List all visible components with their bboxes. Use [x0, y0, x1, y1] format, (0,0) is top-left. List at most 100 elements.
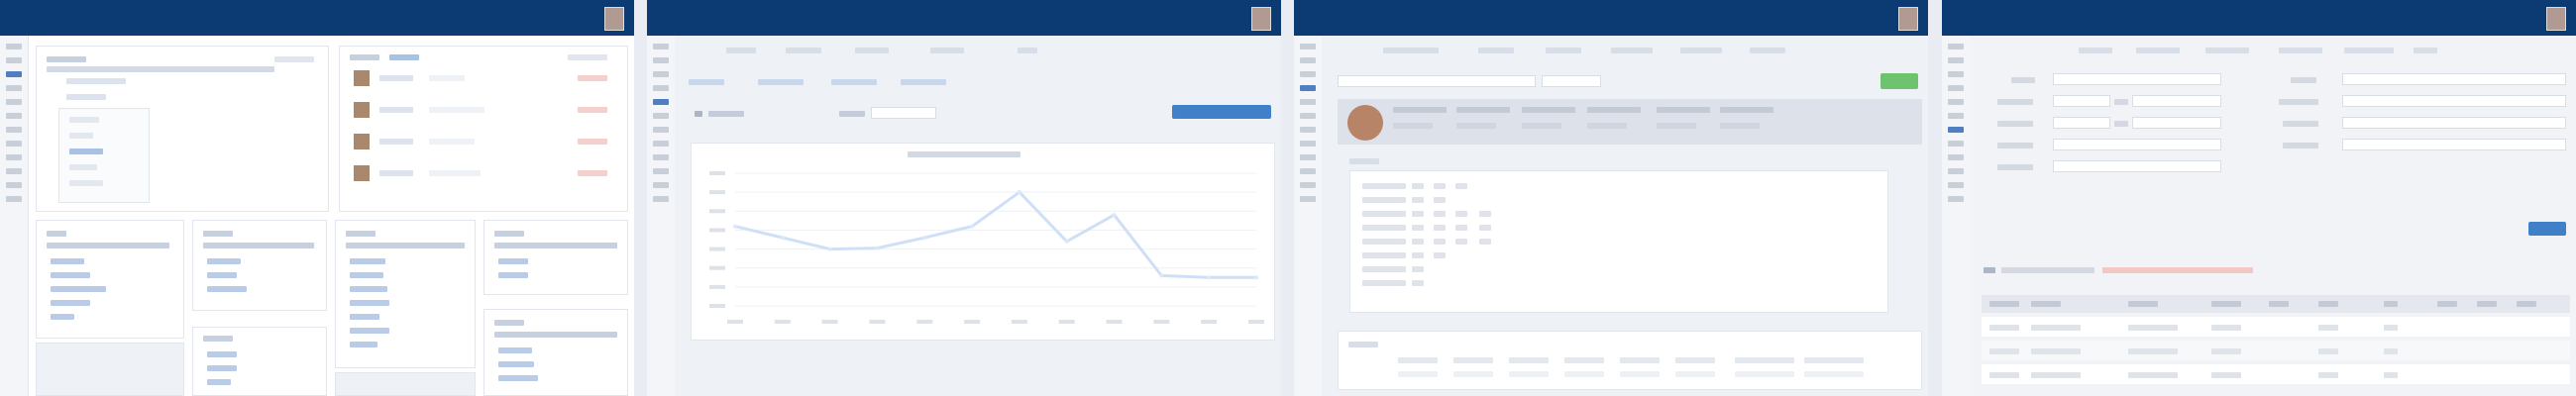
person-avatar[interactable] — [354, 165, 370, 181]
sidebar-item[interactable] — [1948, 113, 1964, 119]
sidebar-item-active[interactable] — [1300, 85, 1316, 91]
search-input[interactable] — [1338, 75, 1536, 87]
sidebar-item[interactable] — [1948, 168, 1964, 174]
table-header-cell[interactable] — [2211, 301, 2241, 307]
table-header-cell[interactable] — [2318, 301, 2338, 307]
sidebar-item[interactable] — [1300, 113, 1316, 119]
submenu-item[interactable] — [69, 164, 97, 170]
card-link[interactable] — [51, 286, 106, 292]
sidebar-item[interactable] — [6, 182, 22, 188]
tab[interactable] — [726, 48, 756, 53]
sidebar-item[interactable] — [1948, 196, 1964, 202]
tab[interactable] — [1018, 48, 1037, 53]
sidebar-item[interactable] — [1300, 182, 1316, 188]
card-link[interactable] — [498, 347, 532, 353]
sidebar-item[interactable] — [1948, 44, 1964, 50]
data-point[interactable] — [733, 224, 737, 229]
data-point[interactable] — [1254, 275, 1258, 280]
sidebar-item[interactable] — [1948, 99, 1964, 105]
sidebar-item-active[interactable] — [1948, 127, 1964, 133]
subnav-link[interactable] — [689, 79, 724, 85]
sidebar-item[interactable] — [1300, 99, 1316, 105]
sidebar-item[interactable] — [6, 57, 22, 63]
table-header-cell[interactable] — [2477, 301, 2497, 307]
sidebar-item[interactable] — [653, 168, 669, 174]
card-link[interactable] — [350, 300, 389, 306]
tab[interactable] — [1546, 48, 1581, 53]
card-link[interactable] — [207, 351, 237, 357]
filter-input[interactable] — [1542, 75, 1601, 87]
submenu-item[interactable] — [69, 133, 93, 139]
form-field[interactable] — [2053, 160, 2221, 172]
person-name[interactable] — [379, 170, 413, 176]
card-link[interactable] — [350, 342, 377, 347]
sidebar-item[interactable] — [1300, 44, 1316, 50]
card-link[interactable] — [350, 328, 389, 334]
sidebar-item[interactable] — [1948, 85, 1964, 91]
table-header-cell[interactable] — [2437, 301, 2457, 307]
tab[interactable] — [2279, 48, 2322, 53]
sidebar-item[interactable] — [653, 154, 669, 160]
table-header-cell[interactable] — [2384, 301, 2398, 307]
data-point[interactable] — [970, 224, 975, 229]
sidebar-item[interactable] — [6, 168, 22, 174]
card-link[interactable] — [350, 286, 387, 292]
sidebar-item-active[interactable] — [6, 71, 22, 77]
sidebar-item[interactable] — [6, 141, 22, 147]
sidebar-item[interactable] — [653, 57, 669, 63]
form-field[interactable] — [2342, 117, 2566, 129]
data-point[interactable] — [875, 246, 880, 250]
subnav-link[interactable] — [758, 79, 804, 85]
card-link[interactable] — [350, 272, 383, 278]
table-header-cell[interactable] — [2031, 301, 2061, 307]
tab[interactable] — [2079, 48, 2112, 53]
user-avatar[interactable] — [604, 7, 624, 31]
tab[interactable] — [1750, 48, 1785, 53]
sidebar-item[interactable] — [1948, 154, 1964, 160]
form-field[interactable] — [2342, 95, 2566, 107]
card-link[interactable] — [498, 258, 528, 264]
table-header-cell[interactable] — [2269, 301, 2289, 307]
card-action-link[interactable] — [568, 54, 607, 60]
card-link[interactable] — [498, 375, 538, 381]
data-point[interactable] — [1064, 239, 1069, 244]
sidebar-item[interactable] — [653, 196, 669, 202]
card-link[interactable] — [350, 314, 379, 320]
data-point[interactable] — [1207, 275, 1212, 280]
sidebar-item[interactable] — [653, 141, 669, 147]
card-link[interactable] — [207, 258, 241, 264]
tab[interactable] — [2136, 48, 2180, 53]
tab[interactable] — [1611, 48, 1653, 53]
form-field[interactable] — [2342, 139, 2566, 150]
person-name[interactable] — [379, 139, 413, 145]
sidebar-item[interactable] — [6, 113, 22, 119]
save-button[interactable] — [2528, 222, 2566, 236]
filter-input[interactable] — [871, 107, 936, 119]
table-header-cell[interactable] — [2517, 301, 2536, 307]
table-header-cell[interactable] — [1989, 301, 2019, 307]
user-avatar[interactable] — [2546, 7, 2566, 31]
sidebar-item[interactable] — [1300, 141, 1316, 147]
table-header-cell[interactable] — [2128, 301, 2158, 307]
submenu-item[interactable] — [69, 180, 103, 186]
card-link[interactable] — [51, 314, 74, 320]
card-link[interactable] — [51, 258, 84, 264]
action-button[interactable] — [1172, 105, 1271, 119]
card-link[interactable] — [350, 258, 385, 264]
tab[interactable] — [1478, 48, 1514, 53]
form-field[interactable] — [2132, 117, 2221, 129]
person-avatar[interactable] — [354, 134, 370, 149]
form-field[interactable] — [2053, 73, 2221, 85]
person-name[interactable] — [379, 75, 413, 81]
subnav-link[interactable] — [831, 79, 877, 85]
card-link[interactable] — [51, 300, 90, 306]
card-link[interactable] — [207, 365, 237, 371]
add-button[interactable] — [1880, 73, 1918, 89]
form-field[interactable] — [2132, 95, 2221, 107]
data-point[interactable] — [1017, 190, 1021, 195]
card-link[interactable] — [498, 361, 534, 367]
sidebar-item[interactable] — [1948, 57, 1964, 63]
data-point[interactable] — [922, 236, 927, 241]
sidebar-item[interactable] — [1948, 141, 1964, 147]
data-point[interactable] — [827, 247, 832, 251]
